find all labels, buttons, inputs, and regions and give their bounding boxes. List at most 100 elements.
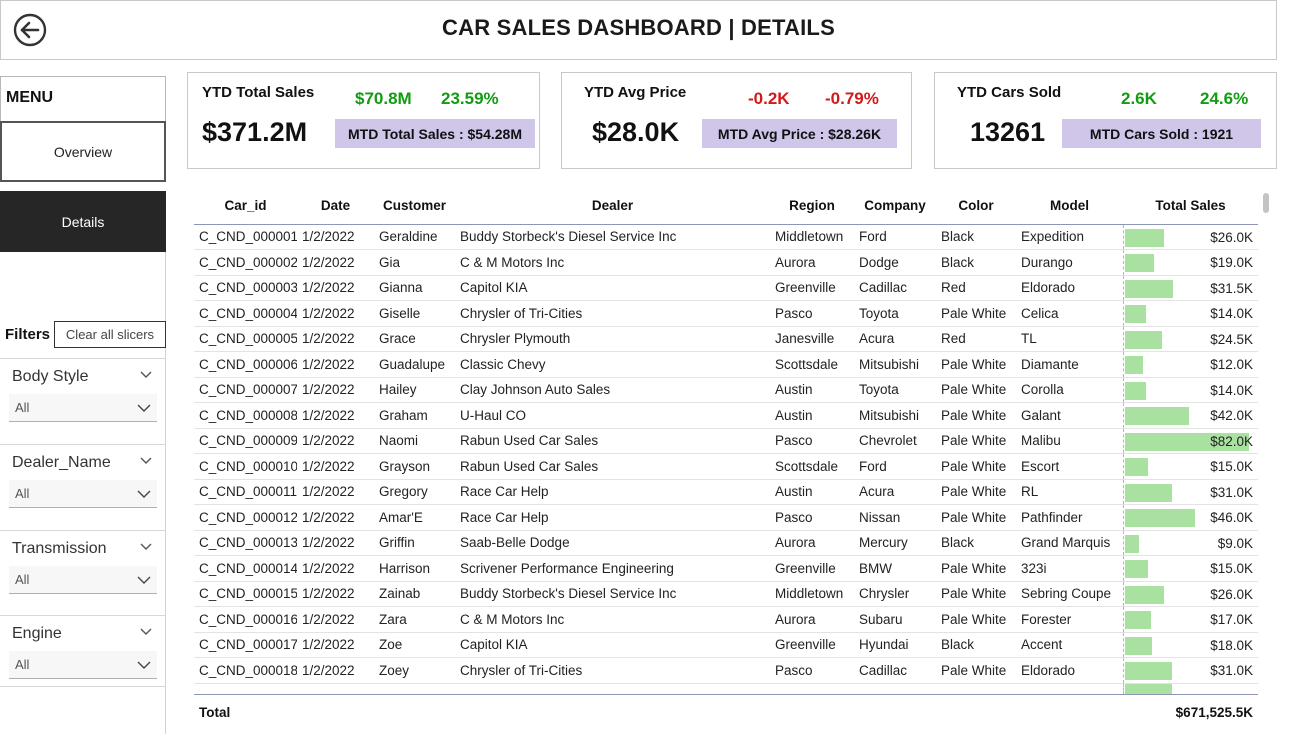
kpi-delta-pct: 23.59% bbox=[441, 89, 499, 108]
cell-dealer: Race Car Help bbox=[455, 504, 770, 531]
cell-date: 1/2/2022 bbox=[297, 249, 374, 276]
sales-value: $14.0K bbox=[1210, 306, 1253, 321]
column-header-region[interactable]: Region bbox=[770, 188, 854, 225]
table-row[interactable]: C_CND_000003 1/2/2022 Gianna Capitol KIA Gre… bbox=[194, 275, 1258, 301]
cell-color: Pale White bbox=[936, 351, 1016, 378]
cell-model: Escort bbox=[1016, 453, 1123, 480]
kpi-delta-pct: 24.6% bbox=[1200, 89, 1249, 108]
cell-dealer: C & M Motors Inc bbox=[455, 606, 770, 633]
clear-all-slicers-button[interactable]: Clear all slicers bbox=[54, 321, 166, 348]
cell-company: Chrysler bbox=[854, 581, 936, 607]
sales-value: $26.0K bbox=[1210, 586, 1253, 602]
cell-car-id: C_CND_000005 bbox=[194, 326, 297, 352]
cell-customer: Griffin bbox=[374, 530, 455, 556]
cell-company: Mitsubishi bbox=[854, 351, 936, 378]
column-header-color[interactable]: Color bbox=[936, 188, 1016, 225]
cell-total-sales: $31.0K bbox=[1122, 479, 1258, 505]
table-row-partial bbox=[194, 683, 1258, 695]
column-header-total-sales[interactable]: Total Sales bbox=[1123, 188, 1258, 225]
body-style-dropdown[interactable]: All bbox=[9, 394, 157, 422]
column-header-date[interactable]: Date bbox=[297, 188, 374, 225]
nav-details-button[interactable]: Details bbox=[0, 191, 166, 252]
cell-customer: Zainab bbox=[374, 581, 455, 607]
cell-date: 1/2/2022 bbox=[297, 377, 374, 403]
chevron-down-icon[interactable] bbox=[140, 371, 152, 379]
table-row[interactable]: C_CND_000002 1/2/2022 Gia C & M Motors Inc A… bbox=[194, 249, 1258, 276]
table-row[interactable]: C_CND_000008 1/2/2022 Graham U-Haul CO Austi… bbox=[194, 402, 1258, 429]
table-row[interactable]: C_CND_000014 1/2/2022 Harrison Scrivener Pe… bbox=[194, 555, 1258, 582]
cell-car-id: C_CND_000003 bbox=[194, 275, 297, 301]
table-row[interactable]: C_CND_000009 1/2/2022 Naomi Rabun Used Car … bbox=[194, 428, 1258, 454]
cell-company: Acura bbox=[854, 326, 936, 352]
table-row[interactable]: C_CND_000005 1/2/2022 Grace Chrysler Plymou… bbox=[194, 326, 1258, 352]
kpi-mtd-badge: MTD Total Sales : $54.28M bbox=[335, 119, 535, 148]
table-scrollbar-thumb[interactable] bbox=[1263, 193, 1269, 213]
cell-customer: Grace bbox=[374, 326, 455, 352]
chevron-down-icon[interactable] bbox=[140, 628, 152, 636]
cell-company: Subaru bbox=[854, 606, 936, 633]
cell-region: Austin bbox=[770, 377, 854, 403]
dropdown-value: All bbox=[15, 486, 30, 501]
cell-color: Pale White bbox=[936, 402, 1016, 429]
cell-date: 1/2/2022 bbox=[297, 632, 374, 658]
cell-dealer: Rabun Used Car Sales bbox=[455, 453, 770, 480]
cell-color: Black bbox=[936, 249, 1016, 276]
table-row[interactable]: C_CND_000017 1/2/2022 Zoe Capitol KIA Greenv… bbox=[194, 632, 1258, 658]
table-row[interactable]: C_CND_000001 1/2/2022 Geraldine Buddy Storb… bbox=[194, 224, 1258, 250]
column-header-model[interactable]: Model bbox=[1016, 188, 1123, 225]
cell-date: 1/2/2022 bbox=[297, 606, 374, 633]
slicer-dealer-name: Dealer_Name All bbox=[0, 444, 166, 528]
column-header-customer[interactable]: Customer bbox=[374, 188, 455, 225]
engine-dropdown[interactable]: All bbox=[9, 651, 157, 679]
chevron-down-icon[interactable] bbox=[140, 543, 152, 551]
column-header-dealer[interactable]: Dealer bbox=[455, 188, 770, 225]
cell-company: Ford bbox=[854, 224, 936, 250]
table-row[interactable]: C_CND_000010 1/2/2022 Grayson Rabun Used Ca… bbox=[194, 453, 1258, 480]
cell-color: Pale White bbox=[936, 555, 1016, 582]
cell-model: Grand Marquis bbox=[1016, 530, 1123, 556]
cell-model: Eldorado bbox=[1016, 657, 1123, 684]
sales-data-bar bbox=[1124, 381, 1146, 400]
sales-data-bar bbox=[1124, 458, 1148, 476]
cell-region: Greenville bbox=[770, 632, 854, 658]
table-row[interactable]: C_CND_000018 1/2/2022 Zoey Chrysler of Tri-… bbox=[194, 657, 1258, 684]
cell-dealer: Buddy Storbeck's Diesel Service Inc bbox=[455, 581, 770, 607]
table-row[interactable]: C_CND_000004 1/2/2022 Giselle Chrysler of T… bbox=[194, 300, 1258, 327]
table-row[interactable]: C_CND_000012 1/2/2022 Amar'E Race Car Help P… bbox=[194, 504, 1258, 531]
sales-value: $31.0K bbox=[1210, 663, 1253, 678]
cell-color: Pale White bbox=[936, 581, 1016, 607]
cell-region: Pasco bbox=[770, 428, 854, 454]
table-row[interactable]: C_CND_000015 1/2/2022 Zainab Buddy Storbeck… bbox=[194, 581, 1258, 607]
dropdown-value: All bbox=[15, 400, 30, 415]
kpi-title: YTD Cars Sold bbox=[957, 84, 1062, 101]
filters-label: Filters bbox=[5, 326, 51, 343]
cell-date: 1/2/2022 bbox=[297, 224, 374, 250]
cell-date: 1/2/2022 bbox=[297, 300, 374, 327]
transmission-dropdown[interactable]: All bbox=[9, 566, 157, 594]
table-row[interactable]: C_CND_000016 1/2/2022 Zara C & M Motors Inc… bbox=[194, 606, 1258, 633]
cell-date: 1/2/2022 bbox=[297, 402, 374, 429]
cell-region: Greenville bbox=[770, 275, 854, 301]
cell-car-id: C_CND_000018 bbox=[194, 657, 297, 684]
cell-model: Expedition bbox=[1016, 224, 1123, 250]
cell-total-sales: $42.0K bbox=[1122, 402, 1258, 429]
dealer-name-dropdown[interactable]: All bbox=[9, 480, 157, 508]
chevron-down-icon[interactable] bbox=[140, 457, 152, 465]
column-header-car-id[interactable]: Car_id bbox=[194, 188, 297, 225]
chevron-down-icon bbox=[137, 661, 151, 669]
table-row[interactable]: C_CND_000007 1/2/2022 Hailey Clay Johnson A… bbox=[194, 377, 1258, 403]
cell-model: Galant bbox=[1016, 402, 1123, 429]
table-row[interactable]: C_CND_000006 1/2/2022 Guadalupe Classic Che… bbox=[194, 351, 1258, 378]
cell-model: Celica bbox=[1016, 300, 1123, 327]
cell-dealer: Chrysler of Tri-Cities bbox=[455, 300, 770, 327]
column-header-company[interactable]: Company bbox=[854, 188, 936, 225]
table-row[interactable]: C_CND_000013 1/2/2022 Griffin Saab-Belle Do… bbox=[194, 530, 1258, 556]
sales-data-bar bbox=[1124, 305, 1146, 323]
kpi-delta-pct: -0.79% bbox=[825, 89, 879, 108]
table-row[interactable]: C_CND_000011 1/2/2022 Gregory Race Car Help… bbox=[194, 479, 1258, 505]
cell-dealer: Chrysler of Tri-Cities bbox=[455, 657, 770, 684]
page-title: CAR SALES DASHBOARD | DETAILS bbox=[442, 15, 835, 40]
nav-overview-button[interactable]: Overview bbox=[0, 121, 166, 182]
cell-region: Aurora bbox=[770, 249, 854, 276]
cell-total-sales: $82.0K bbox=[1122, 428, 1258, 454]
